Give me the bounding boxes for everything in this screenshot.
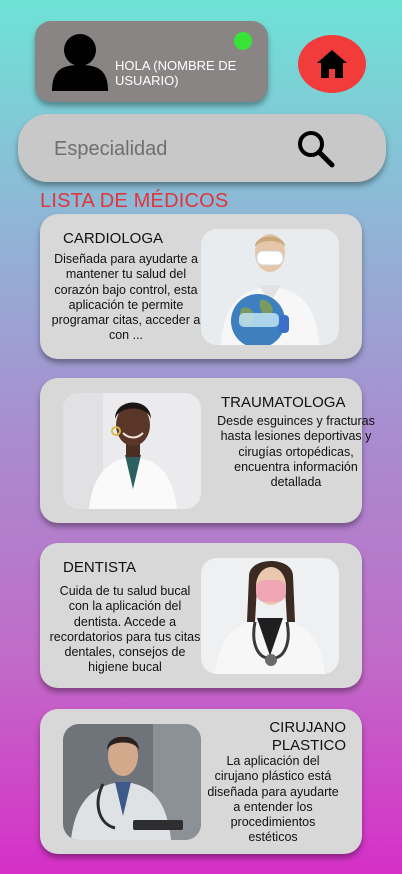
search-bar: [18, 114, 386, 182]
doctor-list-title: LISTA DE MÉDICOS: [40, 190, 229, 212]
doctor-card-traumatologa[interactable]: TRAUMATOLOGA Desde esguinces y fracturas…: [40, 378, 375, 523]
doctor-specialty: DENTISTA: [63, 559, 137, 576]
home-button[interactable]: [298, 35, 366, 93]
home-icon: [317, 50, 347, 78]
doctor-description: Desde esguinces y fracturas hasta lesion…: [217, 414, 375, 490]
user-greeting: HOLA (NOMBRE DE USUARIO): [115, 58, 237, 88]
doctor-card-cardiologa[interactable]: CARDIOLOGA Diseñada para ayudarte a mant…: [40, 214, 362, 359]
doctor-photo: [63, 724, 201, 840]
doctor-specialty: CARDIOLOGA: [63, 230, 164, 247]
online-status-dot: [234, 32, 252, 50]
doctor-specialty: CIRUJANO PLASTICO: [269, 719, 346, 754]
doctor-card-cirujano-plastico[interactable]: CIRUJANO PLASTICO La aplicación del ciru…: [40, 709, 362, 854]
search-icon[interactable]: [296, 129, 336, 169]
doctor-photo: [201, 229, 339, 345]
search-input[interactable]: [52, 133, 276, 165]
doctor-photo: [201, 558, 339, 674]
doctor-photo: [63, 393, 201, 509]
doctor-description: Cuida de tu salud bucal con la aplicació…: [49, 584, 201, 675]
doctor-description: La aplicación del cirujano plástico está…: [207, 754, 339, 845]
doctor-card-dentista[interactable]: DENTISTA Cuida de tu salud bucal con la …: [40, 543, 362, 688]
doctor-specialty: TRAUMATOLOGA: [221, 394, 346, 411]
user-avatar-icon: [52, 34, 108, 91]
user-card: HOLA (NOMBRE DE USUARIO): [35, 21, 268, 102]
doctor-description: Diseñada para ayudarte a mantener tu sal…: [51, 252, 201, 343]
